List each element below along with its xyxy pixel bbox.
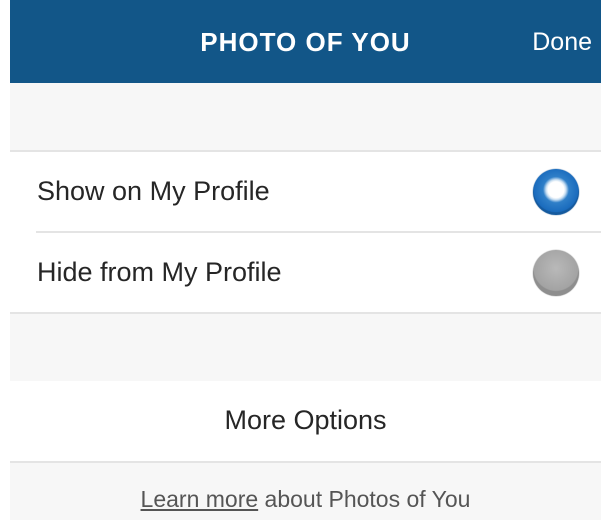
learn-more-text: about Photos of You [258,486,471,512]
radio-unselected-icon[interactable] [533,250,579,296]
section-spacer-middle [10,312,601,383]
more-options-label: More Options [224,405,387,435]
screen: PHOTO OF YOU Done Show on My Profile Hid… [0,0,601,520]
option-label: Show on My Profile [37,176,270,206]
option-show-on-profile[interactable]: Show on My Profile [10,152,601,231]
option-label: Hide from My Profile [37,257,282,287]
done-button[interactable]: Done [532,26,592,58]
learn-more-line: Learn more about Photos of You [10,484,601,514]
more-options-button[interactable]: More Options [10,381,601,459]
page-title: PHOTO OF YOU [200,27,411,57]
section-spacer-top [10,83,601,152]
navigation-bar: PHOTO OF YOU Done [10,0,601,83]
learn-more-link[interactable]: Learn more [141,486,259,512]
option-hide-from-profile[interactable]: Hide from My Profile [10,233,601,312]
radio-selected-icon[interactable] [533,169,579,215]
